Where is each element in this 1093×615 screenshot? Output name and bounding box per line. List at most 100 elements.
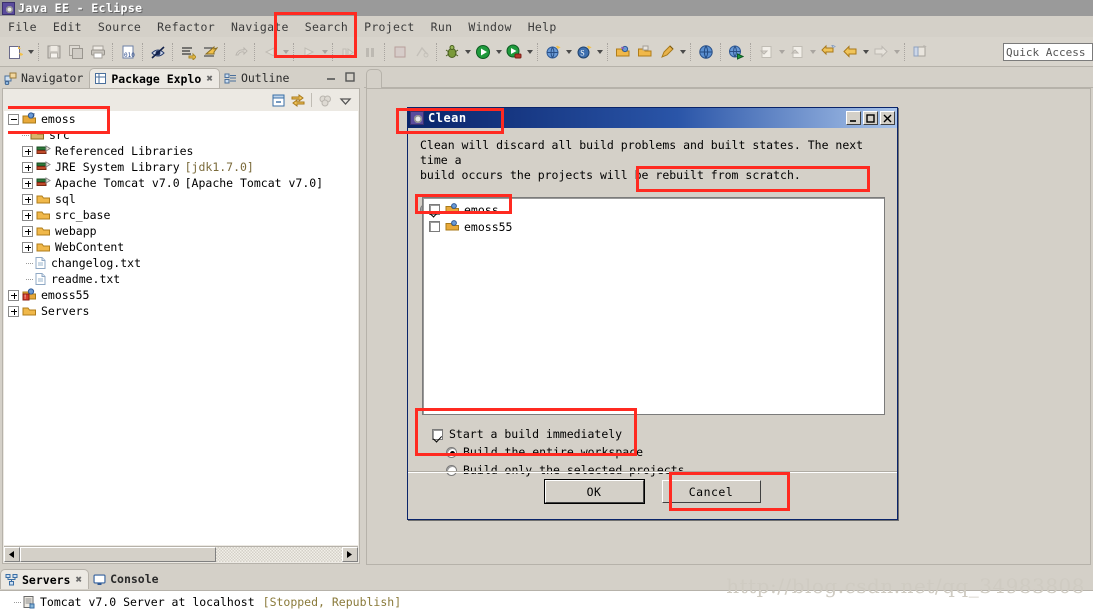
menu-navigate[interactable]: Navigate bbox=[223, 18, 297, 36]
tree-item-src-base[interactable]: src_base bbox=[4, 207, 358, 223]
open-browser-icon[interactable] bbox=[696, 42, 716, 62]
radio-build-entire-workspace[interactable]: Build the entire workspace bbox=[446, 445, 685, 459]
debug-icon[interactable] bbox=[442, 42, 462, 62]
save-all-icon[interactable] bbox=[66, 42, 86, 62]
new-icon[interactable] bbox=[5, 42, 25, 62]
tree-item-emoss[interactable]: J emoss bbox=[4, 111, 358, 127]
expand-icon[interactable] bbox=[22, 145, 33, 157]
close-button[interactable] bbox=[880, 111, 895, 125]
debug-dropdown-icon[interactable] bbox=[463, 42, 472, 62]
run-on-server-icon[interactable] bbox=[726, 42, 746, 62]
new-dropdown-icon[interactable] bbox=[26, 42, 35, 62]
project-tree[interactable]: J emoss src Referenced Libraries JRE Sys… bbox=[4, 111, 358, 545]
expand-icon[interactable] bbox=[22, 209, 33, 221]
back-nav-dropdown-icon[interactable] bbox=[861, 42, 870, 62]
tree-item-changelog-txt[interactable]: changelog.txt bbox=[4, 255, 358, 271]
minimize-view-icon[interactable] bbox=[323, 70, 338, 84]
open-type-icon[interactable] bbox=[613, 42, 633, 62]
scroll-right-icon[interactable] bbox=[342, 547, 358, 562]
servers-icon bbox=[5, 573, 18, 586]
search-icon[interactable] bbox=[657, 42, 677, 62]
close-icon[interactable]: ✖ bbox=[206, 72, 213, 85]
menu-project[interactable]: Project bbox=[356, 18, 423, 36]
quick-access-input[interactable]: Quick Access bbox=[1003, 43, 1093, 61]
toolbar-separator bbox=[311, 93, 312, 107]
close-icon[interactable]: ✖ bbox=[75, 573, 82, 586]
radio-build-selected-projects[interactable]: Build only the selected projects bbox=[446, 463, 685, 477]
web-project-dropdown-icon[interactable] bbox=[564, 42, 573, 62]
tree-item-jre-system-library[interactable]: JRE System Library [jdk1.7.0] bbox=[4, 159, 358, 175]
collapse-all-icon[interactable] bbox=[268, 91, 288, 109]
new-server-icon[interactable]: S bbox=[574, 42, 594, 62]
maximize-button[interactable] bbox=[863, 111, 878, 125]
tree-item-emoss55[interactable]: ! emoss55 bbox=[4, 287, 358, 303]
tab-console[interactable]: Console bbox=[89, 569, 164, 589]
project-list-item-emoss[interactable]: emoss bbox=[423, 201, 884, 218]
maximize-view-icon[interactable] bbox=[342, 70, 357, 84]
minimize-button[interactable] bbox=[846, 111, 861, 125]
expand-icon[interactable] bbox=[22, 225, 33, 237]
menu-edit[interactable]: Edit bbox=[45, 18, 90, 36]
scroll-track[interactable] bbox=[216, 547, 342, 562]
expand-icon[interactable] bbox=[22, 161, 33, 173]
horizontal-scrollbar[interactable] bbox=[4, 546, 358, 562]
tree-item-servers[interactable]: Servers bbox=[4, 303, 358, 319]
link-with-editor-icon[interactable] bbox=[288, 91, 308, 109]
skip-breakpoints-icon[interactable] bbox=[200, 42, 220, 62]
last-edit-location-icon[interactable] bbox=[818, 42, 838, 62]
server-dropdown-icon[interactable] bbox=[595, 42, 604, 62]
project-selection-list[interactable]: emoss emoss55 bbox=[422, 197, 885, 415]
tab-servers[interactable]: Servers ✖ bbox=[0, 569, 90, 589]
open-resource-icon[interactable] bbox=[635, 42, 655, 62]
server-list-item[interactable]: Tomcat v7.0 Server at localhost [Stopped… bbox=[0, 594, 1093, 610]
binary-file-icon[interactable]: 010 bbox=[118, 42, 138, 62]
menu-refactor[interactable]: Refactor bbox=[149, 18, 223, 36]
search-dropdown-icon[interactable] bbox=[678, 42, 687, 62]
tree-item-sql[interactable]: sql bbox=[4, 191, 358, 207]
expand-icon[interactable] bbox=[22, 177, 33, 189]
collapse-icon[interactable] bbox=[8, 113, 19, 125]
run-dropdown-icon[interactable] bbox=[494, 42, 503, 62]
tree-item-referenced-libraries[interactable]: Referenced Libraries bbox=[4, 143, 358, 159]
radio-icon[interactable] bbox=[446, 446, 457, 458]
expand-icon[interactable] bbox=[22, 193, 33, 205]
tree-item-webapp[interactable]: webapp bbox=[4, 223, 358, 239]
expand-icon[interactable] bbox=[22, 241, 33, 253]
checkbox-icon[interactable] bbox=[429, 221, 440, 232]
tab-package-explorer[interactable]: Package Explo ✖ bbox=[89, 68, 220, 88]
print-icon[interactable] bbox=[88, 42, 108, 62]
tab-outline[interactable]: Outline bbox=[220, 68, 295, 88]
run-external-tools-icon[interactable] bbox=[504, 42, 524, 62]
open-perspective-icon[interactable] bbox=[910, 42, 930, 62]
open-task-icon[interactable] bbox=[178, 42, 198, 62]
menu-source[interactable]: Source bbox=[90, 18, 149, 36]
save-icon[interactable] bbox=[44, 42, 64, 62]
new-web-project-icon[interactable] bbox=[543, 42, 563, 62]
tree-item-readme-txt[interactable]: readme.txt bbox=[4, 271, 358, 287]
menu-search[interactable]: Search bbox=[297, 18, 356, 36]
menu-window[interactable]: Window bbox=[460, 18, 519, 36]
scroll-thumb[interactable] bbox=[20, 547, 216, 562]
external-tools-dropdown-icon[interactable] bbox=[525, 42, 534, 62]
run-icon[interactable] bbox=[473, 42, 493, 62]
tree-item-src[interactable]: src bbox=[4, 127, 358, 143]
expand-icon[interactable] bbox=[8, 305, 19, 317]
project-list-item-emoss55[interactable]: emoss55 bbox=[423, 218, 884, 235]
checkbox-start-build-immediately[interactable]: Start a build immediately bbox=[432, 427, 685, 441]
radio-icon[interactable] bbox=[446, 464, 457, 476]
ok-button[interactable]: OK bbox=[544, 480, 644, 503]
scroll-left-icon[interactable] bbox=[4, 547, 20, 562]
cancel-button[interactable]: Cancel bbox=[661, 480, 761, 503]
checkbox-icon[interactable] bbox=[432, 428, 443, 440]
tab-navigator[interactable]: Navigator bbox=[0, 68, 89, 88]
menu-help[interactable]: Help bbox=[520, 18, 565, 36]
view-menu-icon[interactable] bbox=[335, 91, 355, 109]
tree-item-webcontent[interactable]: WebContent bbox=[4, 239, 358, 255]
menu-run[interactable]: Run bbox=[423, 18, 461, 36]
expand-icon[interactable] bbox=[8, 289, 19, 301]
menu-file[interactable]: File bbox=[0, 18, 45, 36]
toggle-mark-occurrences-icon[interactable] bbox=[148, 42, 168, 62]
checkbox-icon[interactable] bbox=[429, 204, 440, 215]
back-icon[interactable] bbox=[840, 42, 860, 62]
tree-item-apache-tomcat[interactable]: Apache Tomcat v7.0 [Apache Tomcat v7.0] bbox=[4, 175, 358, 191]
